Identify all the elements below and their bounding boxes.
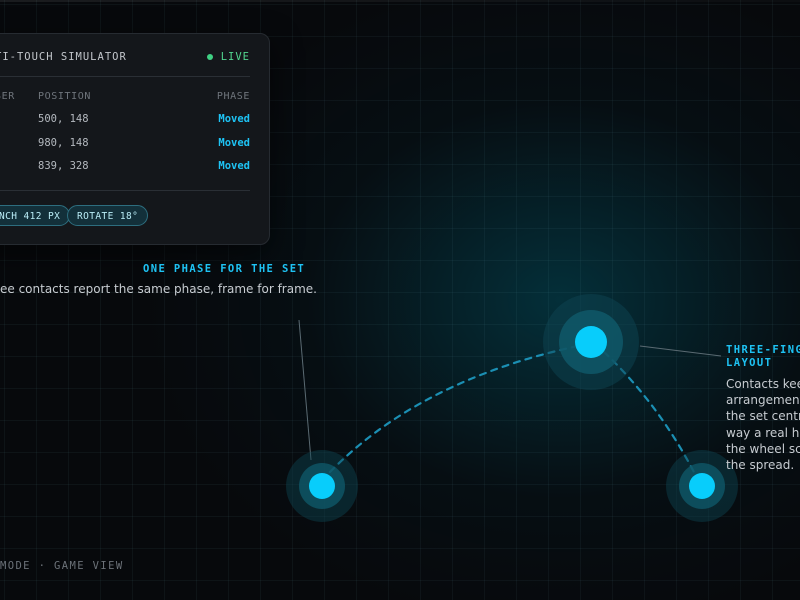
annotation-line: the set centr xyxy=(726,409,800,424)
row-phase: Moved xyxy=(218,160,250,172)
live-dot-icon xyxy=(206,54,213,60)
annotation-title-right-line1: THREE-FING xyxy=(726,344,800,356)
annotation-leader-right xyxy=(639,345,722,357)
annotation-line: the spread. xyxy=(726,458,795,473)
touch-point-icon[interactable] xyxy=(286,450,358,522)
simulator-panel: TI-TOUCH SIMULATOR LIVE SER POSITION PHA… xyxy=(0,33,270,245)
annotation-title-left: ONE PHASE FOR THE SET xyxy=(143,263,306,275)
pinch-chip[interactable]: NCH 412 PX xyxy=(0,205,71,226)
row-phase: Moved xyxy=(218,113,250,125)
annotation-line: arrangement xyxy=(726,393,800,408)
annotation-line: the wheel sc xyxy=(726,441,800,456)
touch-point-icon[interactable] xyxy=(543,294,639,390)
status-badge: LIVE xyxy=(206,51,250,63)
row-position: 839, 328 xyxy=(38,160,89,172)
annotation-leader-left xyxy=(298,319,312,461)
annotation-line: way a real ha xyxy=(726,425,800,440)
column-header-finger: SER xyxy=(0,91,15,102)
annotation-text-left: ee contacts report the same phase, frame… xyxy=(0,282,317,296)
column-header-position: POSITION xyxy=(38,91,91,102)
row-phase: Moved xyxy=(218,137,250,149)
row-position: 980, 148 xyxy=(38,137,89,149)
rotate-chip[interactable]: ROTATE 18° xyxy=(67,205,149,226)
contact-path-1-2 xyxy=(328,344,580,474)
annotation-line: Contacts kee xyxy=(726,377,800,391)
game-view-canvas[interactable]: TI-TOUCH SIMULATOR LIVE SER POSITION PHA… xyxy=(0,0,800,600)
status-label: LIVE xyxy=(220,51,250,63)
mode-label: MODE · GAME VIEW xyxy=(0,560,124,572)
row-position: 500, 148 xyxy=(38,113,89,125)
panel-title: TI-TOUCH SIMULATOR xyxy=(0,51,127,63)
column-header-phase: PHASE xyxy=(216,91,250,102)
panel-divider-bottom xyxy=(0,190,250,191)
panel-divider-top xyxy=(0,76,250,77)
annotation-text-right: Contacts kee arrangement the set centr w… xyxy=(726,376,800,473)
annotation-title-right-line2: LAYOUT xyxy=(726,357,773,369)
